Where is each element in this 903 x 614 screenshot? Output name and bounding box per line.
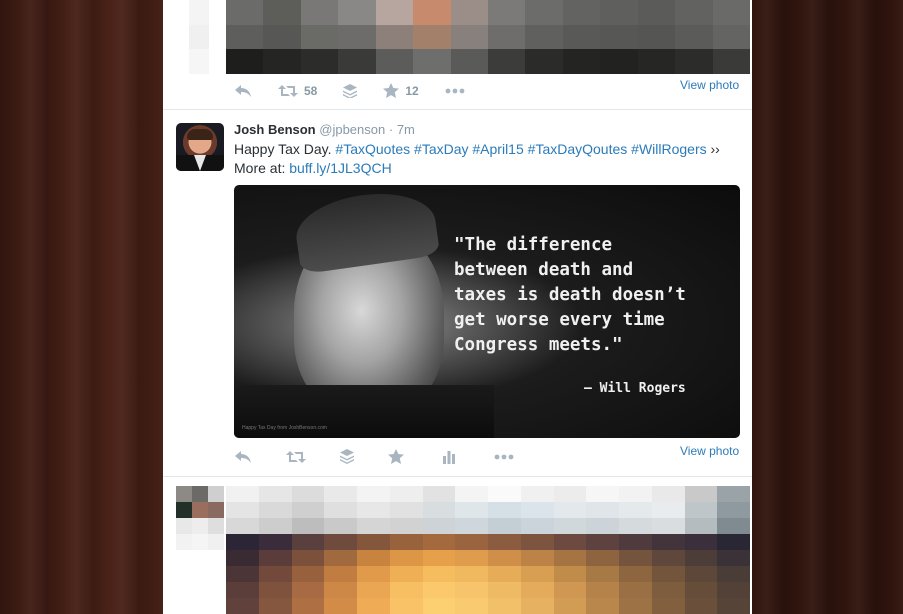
hashtag-link[interactable]: #WillRogers xyxy=(631,141,706,157)
tweet-timestamp[interactable]: 7m xyxy=(397,122,415,137)
analytics-icon xyxy=(443,450,455,464)
photo-quote: "The difference between death and taxes … xyxy=(454,235,686,355)
tweet-actions xyxy=(234,449,540,464)
buffer-icon xyxy=(340,449,354,464)
retweet-button[interactable]: 58 xyxy=(278,84,317,98)
hashtag-link[interactable]: #TaxDayQoutes xyxy=(528,141,628,157)
photo-credit: Happy Tax Day from JoshBenson.com xyxy=(242,425,327,431)
analytics-button[interactable] xyxy=(442,450,456,464)
tweet-divider xyxy=(163,476,752,477)
buffer-icon xyxy=(343,83,358,98)
favorite-icon xyxy=(383,83,400,98)
tweet-header: Josh Benson @jpbenson · 7m xyxy=(234,122,415,137)
favorite-button[interactable]: 12 xyxy=(383,83,419,98)
time-separator: · xyxy=(388,122,394,137)
timeline: 58 12 View photo Josh Benson @jpbenson ·… xyxy=(163,0,752,614)
favorite-count: 12 xyxy=(405,83,419,98)
more-icon xyxy=(445,88,465,93)
reply-icon xyxy=(235,84,251,97)
author-name[interactable]: Josh Benson xyxy=(234,122,316,137)
reply-button[interactable] xyxy=(234,450,252,464)
blurred-photo-bottom[interactable] xyxy=(226,486,750,614)
avatar[interactable] xyxy=(176,123,224,171)
retweet-icon xyxy=(286,450,306,463)
reply-button[interactable] xyxy=(234,84,252,98)
tweet-text: Happy Tax Day. #TaxQuotes #TaxDay #April… xyxy=(234,140,734,178)
hashtag-link[interactable]: #TaxDay xyxy=(414,141,468,157)
blurred-avatar xyxy=(176,486,224,550)
retweet-button[interactable] xyxy=(286,450,306,464)
retweet-icon xyxy=(278,84,298,97)
retweet-count: 58 xyxy=(304,83,318,98)
reply-icon xyxy=(235,450,251,463)
view-photo-link[interactable]: View photo xyxy=(680,444,739,458)
blurred-photo-top[interactable] xyxy=(226,0,750,74)
top-tweet-actions: 58 12 xyxy=(234,83,491,98)
more-icon xyxy=(494,454,514,459)
blurred-avatar-strip xyxy=(189,0,209,74)
buffer-button[interactable] xyxy=(343,83,358,98)
favorite-button[interactable] xyxy=(388,449,404,464)
author-handle[interactable]: @jpbenson xyxy=(319,122,385,137)
tweet-link[interactable]: buff.ly/1JL3QCH xyxy=(289,160,391,176)
favorite-icon xyxy=(388,449,404,464)
more-button[interactable] xyxy=(494,454,514,460)
photo-attribution: — Will Rogers xyxy=(584,381,686,396)
tweet-text-suffix: ›› xyxy=(706,141,720,157)
tweet-divider xyxy=(163,109,752,110)
more-at-label: More at: xyxy=(234,160,290,176)
buffer-button[interactable] xyxy=(340,449,354,464)
tweet-photo[interactable]: "The difference between death and taxes … xyxy=(234,185,740,438)
tweet-text-prefix: Happy Tax Day. xyxy=(234,141,336,157)
more-button[interactable] xyxy=(445,88,465,94)
view-photo-link[interactable]: View photo xyxy=(680,78,739,92)
hashtag-link[interactable]: #April15 xyxy=(472,141,523,157)
hashtag-link[interactable]: #TaxQuotes xyxy=(335,141,410,157)
